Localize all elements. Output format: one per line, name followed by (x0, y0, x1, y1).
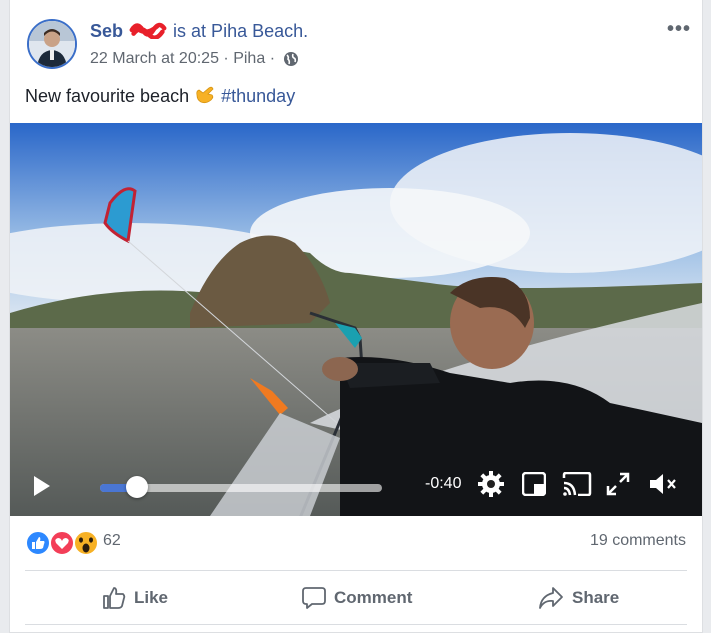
cast-icon[interactable] (562, 472, 592, 496)
thumbs-up-icon (103, 587, 126, 609)
fullscreen-icon[interactable] (606, 472, 630, 496)
more-options-button[interactable]: ••• (667, 18, 691, 41)
post-body: New favourite beach (25, 86, 190, 106)
checkin-text[interactable]: is at Piha Beach. (173, 21, 308, 41)
post-actions: Like Comment Share (10, 576, 702, 620)
post-date[interactable]: 22 March at 20:25 (90, 50, 219, 67)
share-label: Share (572, 588, 620, 607)
share-button[interactable]: Share (538, 576, 619, 620)
post-card: Seb is at Piha Beach. 22 March at 20:25 … (9, 0, 703, 633)
comment-bubble-icon (302, 587, 326, 609)
redaction-scribble (129, 22, 167, 39)
video-player[interactable] (10, 123, 702, 516)
divider (25, 624, 687, 625)
comment-label: Comment (334, 588, 413, 607)
like-button[interactable]: Like (102, 576, 168, 620)
post-text: New favourite beach #thunday (25, 85, 295, 107)
wow-reaction-icon (73, 530, 99, 556)
divider (25, 570, 687, 571)
comment-button[interactable]: Comment (302, 576, 412, 620)
post-location[interactable]: Piha (233, 50, 265, 67)
hashtag-link[interactable]: #thunday (221, 86, 295, 106)
meta-separator: · (223, 50, 229, 67)
video-time-remaining: -0:40 (425, 475, 462, 492)
post-meta: 22 March at 20:25 · Piha · (90, 50, 299, 68)
video-progress-handle[interactable] (126, 476, 148, 498)
post-header: Seb is at Piha Beach. 22 March at 20:25 … (10, 0, 702, 80)
author-line: Seb is at Piha Beach. (90, 21, 308, 42)
author-name[interactable]: Seb (90, 21, 123, 41)
meta-separator: · (269, 50, 276, 67)
like-reaction-icon (25, 530, 51, 556)
comments-count-link[interactable]: 19 comments (590, 532, 686, 550)
love-reaction-icon (49, 530, 75, 556)
author-avatar[interactable] (27, 19, 77, 69)
globe-icon[interactable] (283, 51, 299, 67)
picture-in-picture-icon[interactable] (522, 472, 546, 496)
settings-gear-icon[interactable] (477, 470, 505, 498)
like-label: Like (134, 588, 169, 607)
reaction-icons (25, 530, 99, 556)
call-me-hand-emoji-icon (196, 86, 214, 104)
share-arrow-icon (539, 587, 563, 609)
play-icon[interactable] (32, 475, 52, 497)
muted-volume-icon[interactable] (648, 472, 678, 496)
reaction-count: 62 (103, 532, 121, 549)
video-frame (10, 123, 702, 516)
